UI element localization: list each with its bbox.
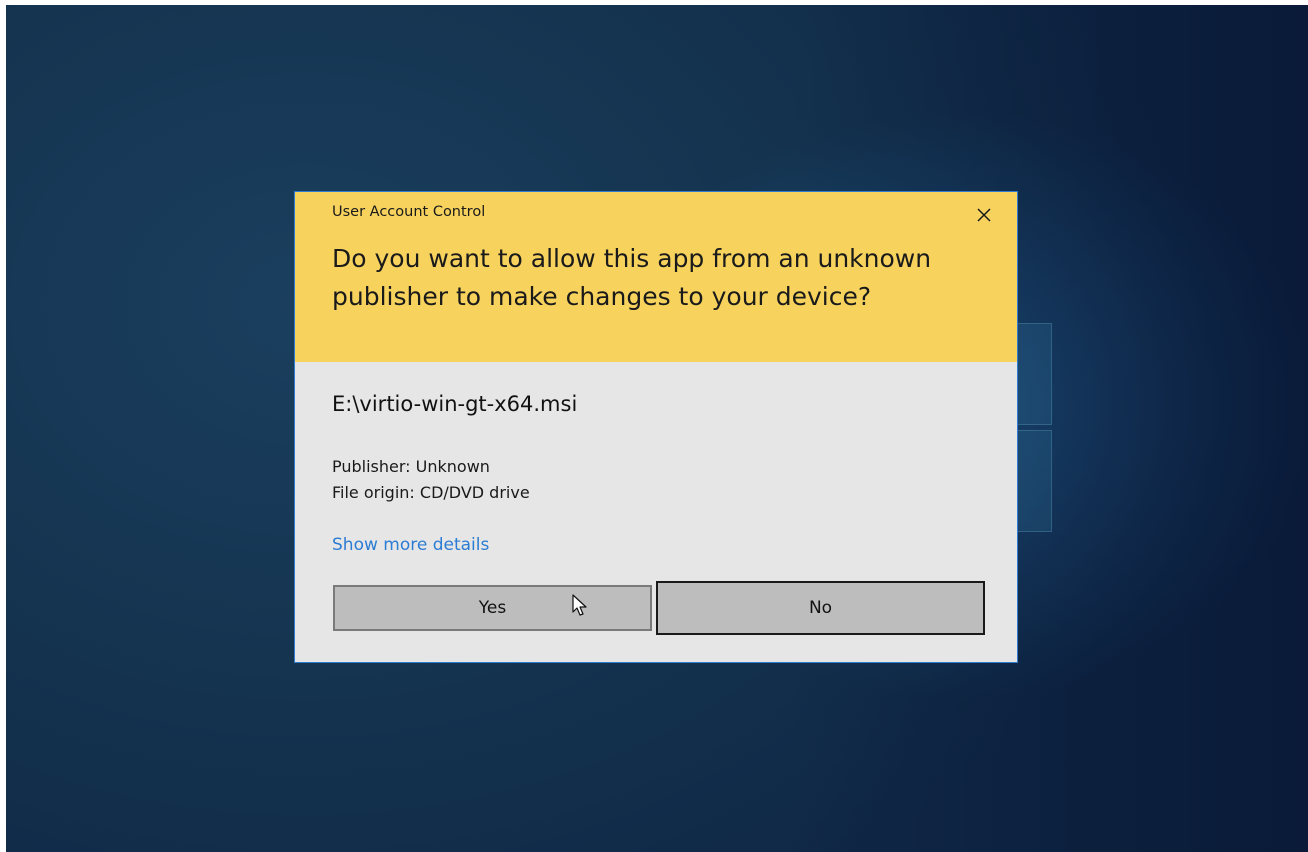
windows-logo-pane-bottom xyxy=(1016,430,1052,532)
uac-header: User Account Control Do you want to allo… xyxy=(295,192,1017,362)
mouse-pointer-icon xyxy=(572,594,587,616)
windows-logo-pane-top xyxy=(1016,323,1052,425)
app-info: Publisher: Unknown File origin: CD/DVD d… xyxy=(332,454,530,506)
no-button[interactable]: No xyxy=(656,581,985,635)
app-path: E:\virtio-win-gt-x64.msi xyxy=(332,392,578,416)
file-origin-text: File origin: CD/DVD drive xyxy=(332,483,530,502)
yes-button[interactable]: Yes xyxy=(333,585,652,631)
uac-dialog: User Account Control Do you want to allo… xyxy=(294,191,1018,663)
dialog-title: User Account Control xyxy=(332,204,486,220)
publisher-text: Publisher: Unknown xyxy=(332,457,490,476)
close-button[interactable] xyxy=(969,200,999,230)
dialog-question: Do you want to allow this app from an un… xyxy=(332,244,932,311)
show-more-details-link[interactable]: Show more details xyxy=(332,535,489,555)
close-icon xyxy=(977,208,991,222)
